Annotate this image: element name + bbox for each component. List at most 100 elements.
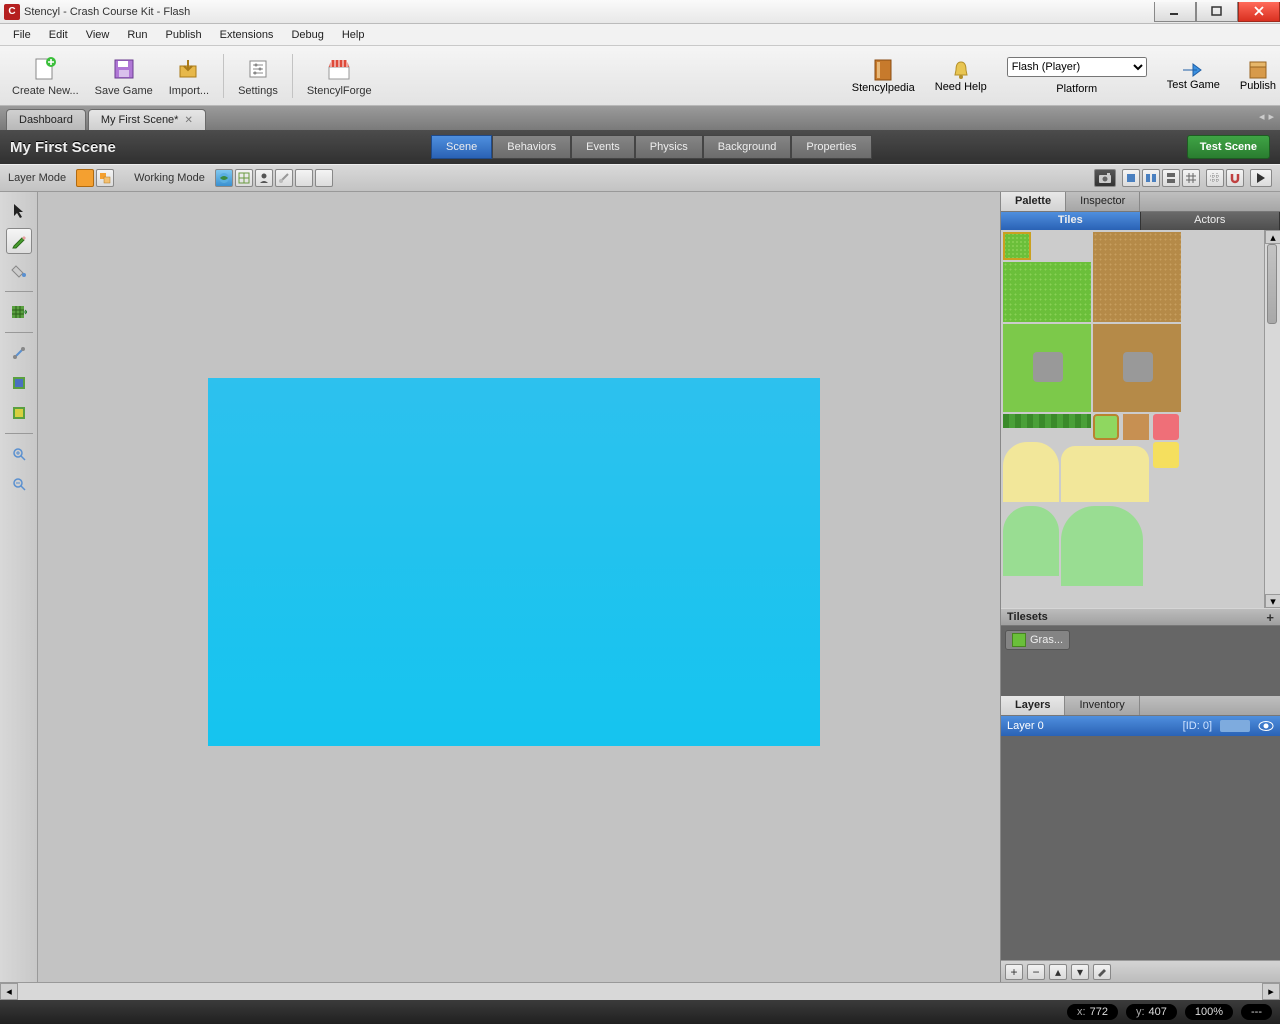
working-mode-actors-button[interactable] bbox=[255, 169, 273, 187]
remove-layer-button[interactable]: − bbox=[1027, 964, 1045, 980]
menu-edit[interactable]: Edit bbox=[40, 26, 77, 44]
save-game-button[interactable]: Save Game bbox=[87, 51, 161, 101]
menu-help[interactable]: Help bbox=[333, 26, 374, 44]
tileset-item-grass[interactable]: Gras... bbox=[1005, 630, 1070, 650]
horizontal-scrollbar[interactable]: ◂ ▸ bbox=[0, 982, 1280, 1000]
tab-my-first-scene[interactable]: My First Scene*✕ bbox=[88, 109, 206, 130]
add-layer-button[interactable]: + bbox=[1005, 964, 1023, 980]
palette-tab[interactable]: Palette bbox=[1001, 192, 1066, 211]
tile-yellow[interactable] bbox=[1153, 442, 1179, 468]
tile-bush-green-big[interactable] bbox=[1061, 506, 1143, 586]
scroll-track[interactable] bbox=[18, 983, 1262, 1000]
import-button[interactable]: Import... bbox=[161, 51, 217, 101]
working-mode-tiles-button[interactable] bbox=[235, 169, 253, 187]
layer-mode-front-button[interactable] bbox=[76, 169, 94, 187]
scene-tab-properties[interactable]: Properties bbox=[791, 135, 871, 159]
tile-dirt-hole[interactable] bbox=[1093, 324, 1181, 412]
tile-bush-green-small[interactable] bbox=[1003, 506, 1059, 576]
tile-grass-block[interactable] bbox=[1003, 262, 1091, 322]
play-button[interactable] bbox=[1250, 169, 1272, 187]
tile-bush-tan-wide[interactable] bbox=[1061, 446, 1149, 502]
tile-pink[interactable] bbox=[1153, 414, 1179, 440]
settings-button[interactable]: Settings bbox=[230, 51, 286, 101]
scene-tab-physics[interactable]: Physics bbox=[635, 135, 703, 159]
test-scene-button[interactable]: Test Scene bbox=[1187, 135, 1270, 159]
scroll-thumb[interactable] bbox=[1267, 244, 1277, 324]
tile-bush-tan-small[interactable] bbox=[1003, 442, 1059, 502]
inventory-tab[interactable]: Inventory bbox=[1065, 696, 1139, 715]
tile-grass-hole[interactable] bbox=[1003, 324, 1091, 412]
eye-icon[interactable] bbox=[1258, 720, 1274, 732]
menu-view[interactable]: View bbox=[77, 26, 119, 44]
scene-tab-behaviors[interactable]: Behaviors bbox=[492, 135, 571, 159]
tile-grass-edge[interactable] bbox=[1003, 414, 1091, 428]
tile-grass-framed[interactable] bbox=[1093, 414, 1119, 440]
status-zoom[interactable]: 100% bbox=[1185, 1004, 1233, 1020]
scene-canvas[interactable] bbox=[38, 192, 1000, 982]
layers-tab[interactable]: Layers bbox=[1001, 696, 1065, 715]
tile-dirt-small[interactable] bbox=[1123, 414, 1149, 440]
close-tab-icon[interactable]: ✕ bbox=[184, 115, 192, 126]
scene-tab-background[interactable]: Background bbox=[703, 135, 792, 159]
scene-tab-scene[interactable]: Scene bbox=[431, 135, 492, 159]
menu-file[interactable]: File bbox=[4, 26, 40, 44]
menu-run[interactable]: Run bbox=[118, 26, 156, 44]
view-split-h-button[interactable] bbox=[1142, 169, 1160, 187]
snap-magnet-button[interactable] bbox=[1226, 169, 1244, 187]
inspector-tab[interactable]: Inspector bbox=[1066, 192, 1140, 211]
rect-tool[interactable] bbox=[6, 370, 32, 396]
stencylforge-button[interactable]: StencylForge bbox=[299, 51, 380, 101]
scroll-left-icon[interactable]: ◂ bbox=[0, 983, 18, 1000]
tiles-subtab[interactable]: Tiles bbox=[1001, 212, 1141, 230]
add-tileset-button[interactable]: + bbox=[1266, 610, 1274, 625]
menu-publish[interactable]: Publish bbox=[157, 26, 211, 44]
camera-button[interactable] bbox=[1094, 169, 1116, 187]
menu-extensions[interactable]: Extensions bbox=[211, 26, 283, 44]
scene-tab-events[interactable]: Events bbox=[571, 135, 635, 159]
pencil-tool[interactable] bbox=[6, 228, 32, 254]
edit-layer-button[interactable] bbox=[1093, 964, 1111, 980]
working-mode-terrain-button[interactable] bbox=[215, 169, 233, 187]
scroll-down-icon[interactable]: ▾ bbox=[1265, 594, 1280, 608]
working-mode-physics-button[interactable] bbox=[315, 169, 333, 187]
tile-tool[interactable] bbox=[6, 299, 32, 325]
tiles-area[interactable]: ▴ ▾ bbox=[1001, 230, 1280, 608]
close-button[interactable] bbox=[1238, 2, 1280, 22]
tab-next-icon[interactable]: ▸ bbox=[1268, 110, 1274, 123]
view-single-button[interactable] bbox=[1122, 169, 1140, 187]
menu-debug[interactable]: Debug bbox=[282, 26, 332, 44]
stencylpedia-button[interactable]: Stencylpedia bbox=[852, 58, 915, 94]
scroll-right-icon[interactable]: ▸ bbox=[1262, 983, 1280, 1000]
platform-dropdown[interactable]: Flash (Player) bbox=[1007, 57, 1147, 77]
tab-prev-icon[interactable]: ◂ bbox=[1259, 110, 1265, 123]
bucket-tool[interactable] bbox=[6, 258, 32, 284]
maximize-button[interactable] bbox=[1196, 2, 1238, 22]
tile-grass-small[interactable] bbox=[1003, 232, 1031, 260]
create-new-button[interactable]: Create New... bbox=[4, 51, 87, 101]
working-mode-joint-button[interactable] bbox=[275, 169, 293, 187]
test-game-button[interactable]: Test Game bbox=[1167, 61, 1220, 91]
scene-viewport[interactable] bbox=[208, 378, 820, 746]
layer-color-swatch[interactable] bbox=[1220, 720, 1250, 732]
view-split-v-button[interactable] bbox=[1162, 169, 1180, 187]
select-tool[interactable] bbox=[6, 198, 32, 224]
poly-tool[interactable] bbox=[6, 400, 32, 426]
need-help-button[interactable]: Need Help bbox=[935, 59, 987, 93]
publish-button[interactable]: Publish bbox=[1240, 60, 1276, 92]
zoom-out-tool[interactable] bbox=[6, 471, 32, 497]
working-mode-region-button[interactable] bbox=[295, 169, 313, 187]
layer-down-button[interactable]: ▾ bbox=[1071, 964, 1089, 980]
scroll-up-icon[interactable]: ▴ bbox=[1265, 230, 1280, 244]
zoom-in-tool[interactable] bbox=[6, 441, 32, 467]
layer-up-button[interactable]: ▴ bbox=[1049, 964, 1067, 980]
tab-dashboard[interactable]: Dashboard bbox=[6, 109, 86, 130]
minimize-button[interactable] bbox=[1154, 2, 1196, 22]
line-tool[interactable] bbox=[6, 340, 32, 366]
actors-subtab[interactable]: Actors bbox=[1141, 212, 1280, 230]
view-grid-button[interactable] bbox=[1182, 169, 1200, 187]
layer-row-0[interactable]: Layer 0 [ID: 0] bbox=[1001, 716, 1280, 736]
tiles-scrollbar[interactable]: ▴ ▾ bbox=[1264, 230, 1280, 608]
snap-grid-button[interactable] bbox=[1206, 169, 1224, 187]
tile-dirt-block[interactable] bbox=[1093, 232, 1181, 322]
layer-mode-all-button[interactable] bbox=[96, 169, 114, 187]
